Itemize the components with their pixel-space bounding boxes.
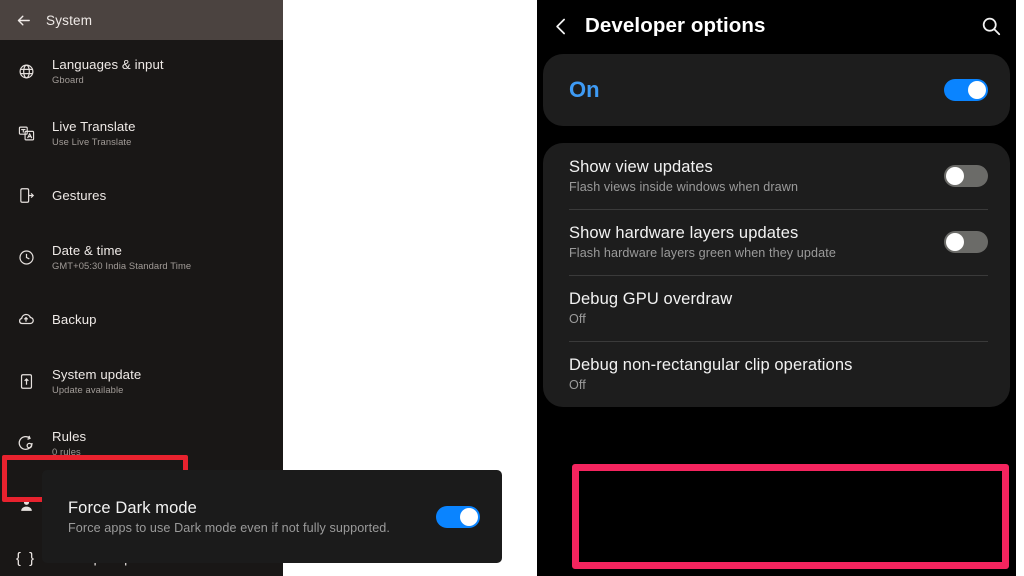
row-title: Debug GPU overdraw — [569, 290, 733, 308]
list-item-title: System update — [52, 366, 142, 382]
list-item-title: Rules — [52, 428, 87, 444]
row-title: Debug non-rectangular clip operations — [569, 356, 853, 374]
toggle-knob — [460, 507, 478, 526]
list-item-subtitle: Update available — [52, 383, 124, 395]
globe-icon — [0, 63, 52, 80]
list-item-title: Live Translate — [52, 118, 136, 134]
row-title: Show hardware layers updates — [569, 224, 799, 242]
master-switch-toggle[interactable] — [944, 79, 988, 101]
list-item-subtitle: GMT+05:30 India Standard Time — [52, 259, 192, 271]
row-subtitle: Off — [569, 312, 586, 326]
row-subtitle: Force apps to use Dark mode even if not … — [68, 520, 391, 535]
gestures-icon — [0, 187, 52, 204]
row-subtitle: Flash hardware layers green when they up… — [569, 246, 836, 260]
list-item-gestures[interactable]: Gestures — [0, 164, 283, 226]
chevron-left-icon[interactable] — [537, 16, 585, 37]
row-show-view-updates[interactable]: Show view updates Flash views inside win… — [543, 143, 1010, 209]
clock-icon — [0, 249, 52, 266]
list-item-live-translate[interactable]: Live Translate Use Live Translate — [0, 102, 283, 164]
page-title: System — [46, 12, 93, 28]
developer-options-header-bar: Developer options — [537, 0, 1016, 52]
list-item-title: Languages & input — [52, 56, 164, 72]
list-item-backup[interactable]: Backup — [0, 288, 283, 350]
toggle-knob — [946, 233, 964, 251]
system-update-icon — [0, 373, 52, 390]
rules-icon — [0, 434, 52, 452]
cloud-upload-icon — [0, 310, 52, 328]
toggle-knob — [968, 81, 986, 99]
list-item-subtitle: 0 rules — [52, 445, 81, 457]
developer-options-settings-card: Show view updates Flash views inside win… — [543, 143, 1010, 407]
row-force-dark-mode[interactable]: Force Dark mode Force apps to use Dark m… — [42, 470, 502, 563]
system-header-bar: System — [0, 0, 283, 40]
list-item-system-update[interactable]: System update Update available — [0, 350, 283, 412]
search-icon[interactable] — [980, 15, 1002, 37]
right-phone-screen: Developer options On Show view updates F… — [537, 0, 1016, 576]
show-hardware-layers-updates-toggle[interactable] — [944, 231, 988, 253]
row-title: Show view updates — [569, 158, 713, 176]
row-subtitle: Flash views inside windows when drawn — [569, 180, 799, 194]
master-switch-label: On — [569, 77, 600, 102]
list-item-rules[interactable]: Rules 0 rules — [0, 412, 283, 474]
toggle-knob — [946, 167, 964, 185]
developer-options-master-switch-card[interactable]: On — [543, 54, 1010, 126]
show-view-updates-toggle[interactable] — [944, 165, 988, 187]
list-item-date-time[interactable]: Date & time GMT+05:30 India Standard Tim… — [0, 226, 283, 288]
list-item-title: Gestures — [52, 187, 107, 203]
row-subtitle: Off — [569, 378, 586, 392]
list-item-title: Date & time — [52, 242, 122, 258]
list-item-subtitle: Gboard — [52, 73, 84, 85]
row-show-hardware-layers-updates[interactable]: Show hardware layers updates Flash hardw… — [543, 209, 1010, 275]
page-title: Developer options — [585, 14, 766, 37]
row-title: Force Dark mode — [68, 498, 197, 517]
force-dark-mode-toggle[interactable] — [436, 505, 480, 528]
list-item-subtitle: Use Live Translate — [52, 135, 132, 147]
row-debug-gpu-overdraw[interactable]: Debug GPU overdraw Off — [543, 275, 1010, 341]
list-item-title: Backup — [52, 311, 97, 327]
live-translate-icon — [0, 125, 52, 142]
row-debug-non-rectangular-clip-operations[interactable]: Debug non-rectangular clip operations Of… — [543, 341, 1010, 407]
back-arrow-icon[interactable] — [0, 12, 46, 29]
list-item-languages-input[interactable]: Languages & input Gboard — [0, 40, 283, 102]
